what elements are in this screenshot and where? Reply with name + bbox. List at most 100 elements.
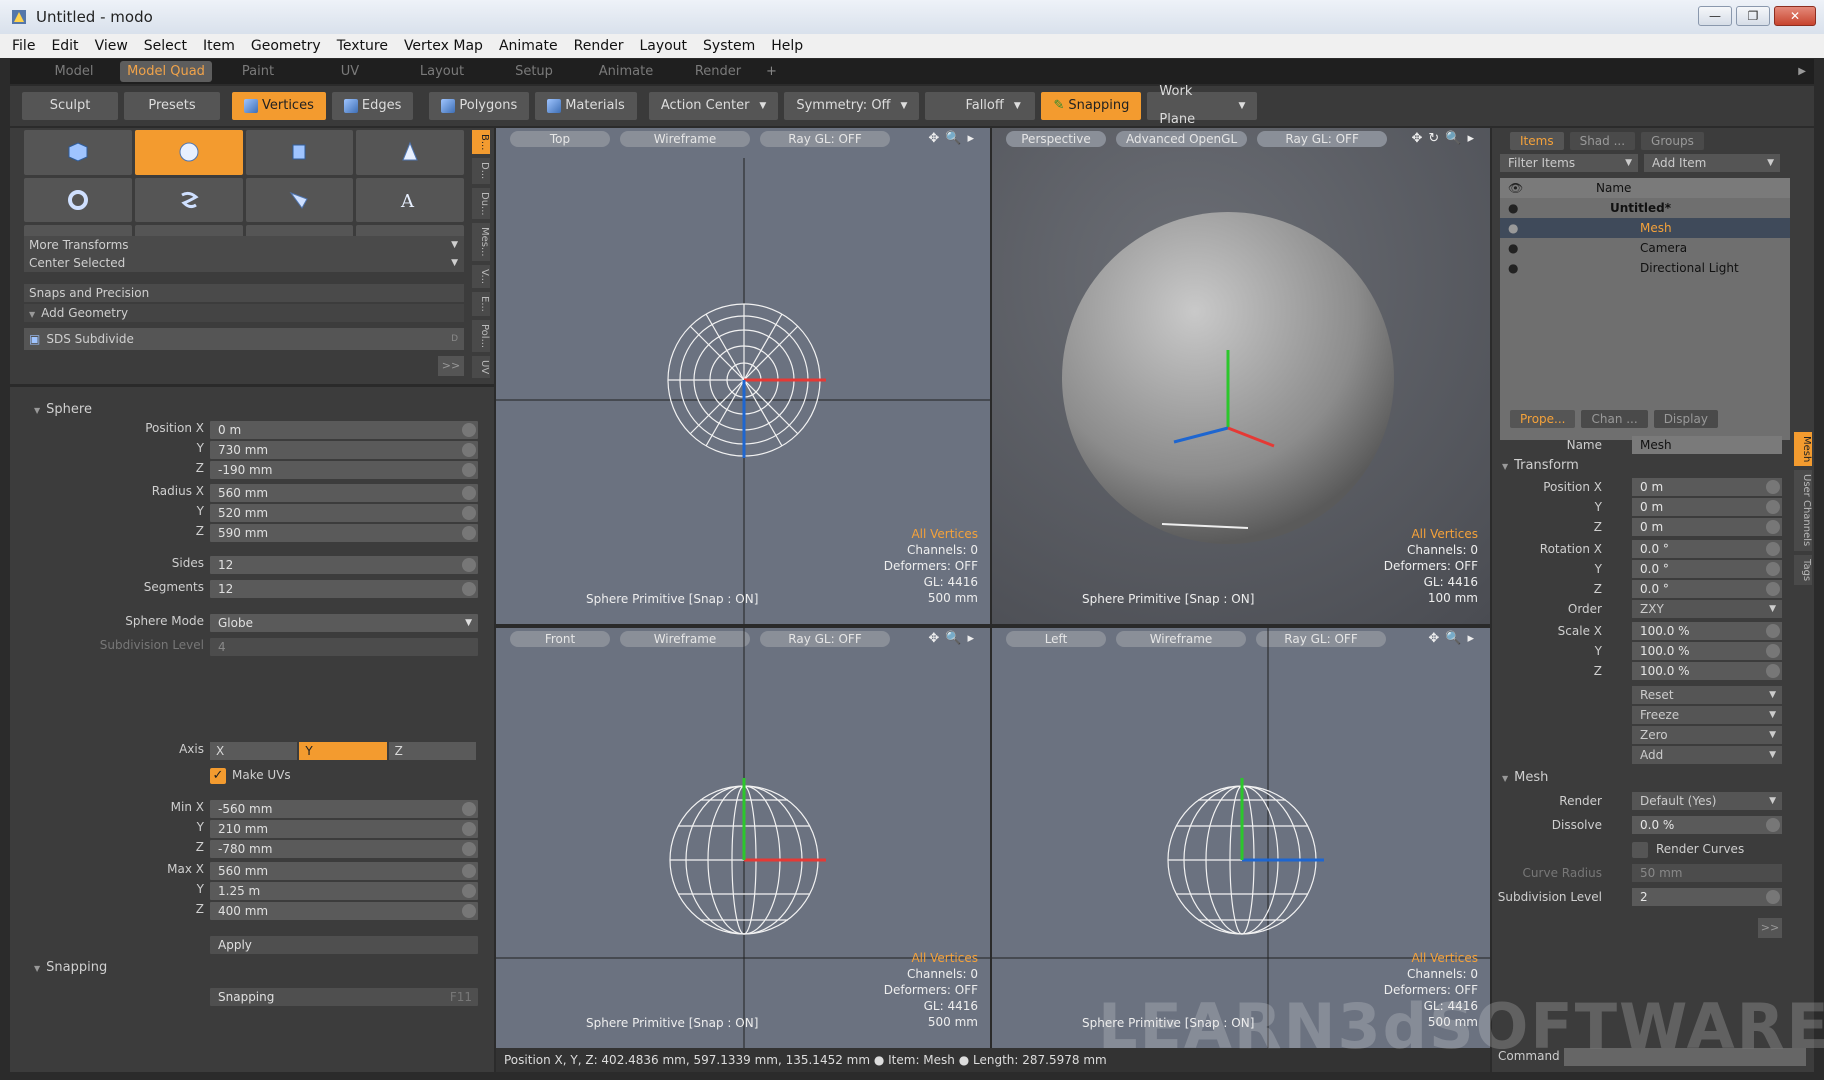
minimize-button[interactable]: — (1698, 6, 1732, 26)
eye-icon[interactable]: ● (1508, 238, 1518, 258)
channel-dot-icon[interactable] (1766, 562, 1780, 576)
viewport-left[interactable]: Left Wireframe Ray GL: OFF ✥🔍▸ Sphere Pr… (992, 628, 1490, 1048)
channel-dot-icon[interactable] (462, 443, 476, 457)
channel-dot-icon[interactable] (1766, 664, 1780, 678)
channel-dot-icon[interactable] (462, 506, 476, 520)
menu-texture[interactable]: Texture (337, 38, 388, 54)
action-center-dropdown[interactable]: Action Center ▼ (648, 92, 779, 120)
tab-display[interactable]: Display (1653, 410, 1718, 428)
max-y-field[interactable]: 1.25 m (210, 882, 478, 900)
channel-dot-icon[interactable] (1766, 520, 1780, 534)
expand-button[interactable]: >> (1758, 918, 1782, 938)
menu-file[interactable]: File (12, 38, 35, 54)
more-transforms-dropdown[interactable]: More Transforms ▼ (24, 236, 464, 254)
axis-z-button[interactable]: Z (388, 742, 476, 760)
channel-dot-icon[interactable] (462, 864, 476, 878)
side-tab-edge[interactable]: E... (472, 291, 490, 316)
scale-x-field[interactable]: 100.0 % (1632, 622, 1782, 640)
menu-render[interactable]: Render (574, 38, 624, 54)
item-row-scene[interactable]: ● Untitled* (1500, 198, 1790, 218)
item-row-mesh[interactable]: ● Mesh (1500, 218, 1790, 238)
channel-dot-icon[interactable] (1766, 500, 1780, 514)
render-dropdown[interactable]: Default (Yes) ▼ (1632, 792, 1782, 810)
channel-dot-icon[interactable] (1766, 480, 1780, 494)
menu-help[interactable]: Help (771, 38, 803, 54)
sphere-section-header[interactable]: ▼ Sphere (20, 400, 494, 420)
torus-tool-button[interactable] (24, 177, 132, 223)
channel-dot-icon[interactable] (1766, 818, 1780, 832)
side-tab-uv[interactable]: UV (472, 355, 490, 378)
channel-dot-icon[interactable] (462, 423, 476, 437)
sphere-mode-dropdown[interactable]: Globe ▼ (210, 614, 478, 632)
menu-animate[interactable]: Animate (499, 38, 558, 54)
tab-model-quad[interactable]: Model Quad (120, 61, 212, 82)
min-y-field[interactable]: 210 mm (210, 820, 478, 838)
cylinder-tool-button[interactable] (245, 130, 354, 175)
menu-view[interactable]: View (95, 38, 128, 54)
channel-dot-icon[interactable] (1766, 582, 1780, 596)
center-selected-dropdown[interactable]: Center Selected ▼ (24, 254, 464, 272)
max-z-field[interactable]: 400 mm (210, 902, 478, 920)
freeze-dropdown[interactable]: Freeze ▼ (1632, 706, 1782, 724)
channel-dot-icon[interactable] (462, 822, 476, 836)
materials-mode-button[interactable]: Materials (535, 92, 637, 120)
apply-button[interactable]: Apply (210, 936, 478, 954)
position-y-field[interactable]: 730 mm (210, 441, 478, 459)
snapping-section-header[interactable]: ▼ Snapping (20, 958, 494, 978)
eye-icon[interactable]: ● (1508, 258, 1518, 278)
side-tab-mesh[interactable]: Mes... (472, 223, 490, 261)
min-z-field[interactable]: -780 mm (210, 840, 478, 858)
axis-x-button[interactable]: X (210, 742, 298, 760)
min-x-field[interactable]: -560 mm (210, 800, 478, 818)
cube-tool-button[interactable] (24, 130, 132, 175)
rotation-x-field[interactable]: 0.0 ° (1632, 540, 1782, 558)
radius-y-field[interactable]: 520 mm (210, 504, 478, 522)
channel-dot-icon[interactable] (462, 526, 476, 540)
channel-dot-icon[interactable] (462, 582, 476, 596)
edges-mode-button[interactable]: Edges (331, 92, 414, 120)
position-x-field[interactable]: 0 m (210, 421, 478, 439)
menu-layout[interactable]: Layout (639, 38, 687, 54)
subdivision-level-field[interactable]: 2 (1632, 888, 1782, 906)
channel-dot-icon[interactable] (462, 486, 476, 500)
item-row-light[interactable]: ● Directional Light (1500, 258, 1790, 278)
tab-shader-tree[interactable]: Shad ... (1569, 132, 1636, 150)
text-tool-button[interactable]: A (356, 177, 464, 223)
add-item-dropdown[interactable]: Add Item ▼ (1644, 154, 1780, 172)
segments-field[interactable]: 12 (210, 580, 478, 598)
item-row-camera[interactable]: ● Camera (1500, 238, 1790, 258)
radius-x-field[interactable]: 560 mm (210, 484, 478, 502)
tab-render[interactable]: Render (672, 61, 764, 82)
rotation-z-field[interactable]: 0.0 ° (1632, 580, 1782, 598)
sides-field[interactable]: 12 (210, 556, 478, 574)
viewport-perspective[interactable]: Perspective Advanced OpenGL Ray GL: OFF … (992, 128, 1490, 624)
channel-dot-icon[interactable] (462, 558, 476, 572)
channel-dot-icon[interactable] (1766, 542, 1780, 556)
side-tab-vertex[interactable]: V... (472, 264, 490, 288)
snapping-field[interactable]: Snapping F11 (210, 988, 478, 1006)
tab-items[interactable]: Items (1510, 132, 1564, 150)
tube-tool-button[interactable] (134, 177, 243, 223)
tab-paint[interactable]: Paint (212, 61, 304, 82)
tab-setup[interactable]: Setup (488, 61, 580, 82)
symmetry-dropdown[interactable]: Symmetry: Off ▼ (784, 92, 920, 120)
vertices-mode-button[interactable]: Vertices (232, 92, 326, 120)
zero-dropdown[interactable]: Zero ▼ (1632, 726, 1782, 744)
side-tab-duplicate[interactable]: Du... (472, 187, 490, 220)
side-tab-tags[interactable]: Tags (1794, 554, 1812, 585)
snaps-precision-button[interactable]: Snaps and Precision (24, 284, 464, 302)
close-button[interactable]: ✕ (1774, 6, 1816, 26)
channel-dot-icon[interactable] (1766, 624, 1780, 638)
polygons-mode-button[interactable]: Polygons (429, 92, 530, 120)
axis-y-button[interactable]: Y (299, 742, 387, 760)
channel-dot-icon[interactable] (462, 884, 476, 898)
tab-model[interactable]: Model (28, 61, 120, 82)
filter-items-dropdown[interactable]: Filter Items ▼ (1500, 154, 1638, 172)
channel-dot-icon[interactable] (1766, 644, 1780, 658)
name-column-header[interactable]: Name (1596, 178, 1631, 198)
eye-icon[interactable]: ● (1508, 198, 1518, 218)
side-tab-user-channels[interactable]: User Channels (1794, 470, 1812, 551)
tab-uv[interactable]: UV (304, 61, 396, 82)
side-tab-mesh[interactable]: Mesh (1794, 432, 1812, 467)
channel-dot-icon[interactable] (1766, 890, 1780, 904)
